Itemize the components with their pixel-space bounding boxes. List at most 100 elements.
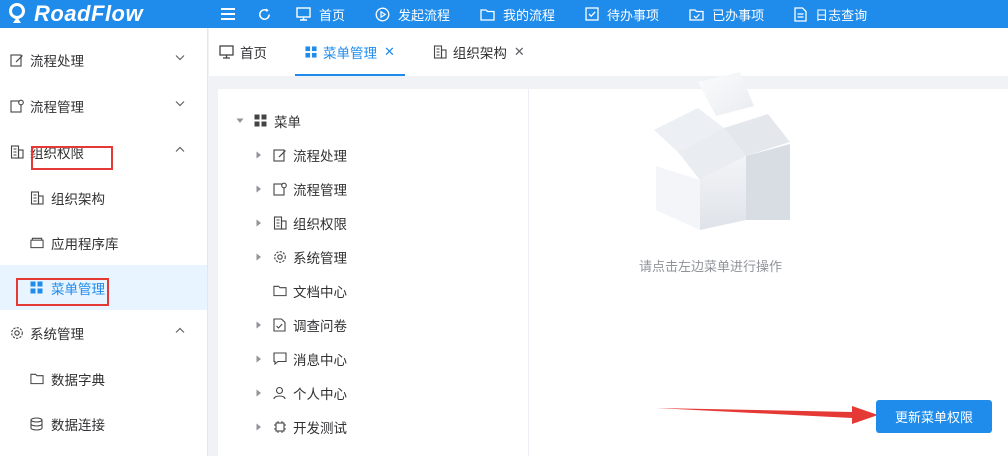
settings-doc-icon: [10, 99, 24, 113]
close-icon[interactable]: ✕: [514, 44, 525, 60]
building-icon: [10, 145, 24, 159]
settings-doc-icon: [273, 182, 287, 196]
caret-right-icon[interactable]: [255, 151, 263, 159]
tree-node-label: 个人中心: [293, 387, 347, 402]
topnav-label: 首页: [319, 7, 346, 23]
edit-icon: [10, 53, 24, 67]
logo: RoadFlow: [0, 0, 208, 28]
topnav-log[interactable]: 日志查询: [794, 5, 867, 24]
tab-org-structure[interactable]: 组织架构 ✕: [423, 28, 535, 76]
sidebar-group-flow-manage[interactable]: 流程管理: [0, 83, 207, 129]
logo-mark-icon: [9, 3, 25, 23]
tree-node[interactable]: 开发测试: [255, 417, 347, 437]
window-stack-icon: [30, 236, 44, 250]
tree-node[interactable]: 流程管理: [255, 179, 347, 199]
monitor-icon: [296, 7, 311, 21]
caret-right-icon[interactable]: [255, 321, 263, 329]
tree-node[interactable]: 调查问卷: [255, 315, 347, 335]
folder-icon: [30, 372, 44, 386]
topnav-start-flow[interactable]: 发起流程: [375, 5, 450, 24]
building-icon: [30, 190, 44, 205]
play-circle-icon: [375, 7, 390, 21]
tree-node[interactable]: 流程处理: [255, 145, 347, 165]
caret-right-icon[interactable]: [255, 389, 263, 397]
sidebar-item-data-connection[interactable]: 数据连接: [0, 401, 207, 446]
tab-menu-manage[interactable]: 菜单管理 ✕: [295, 28, 405, 76]
grid-icon: [305, 46, 317, 58]
caret-placeholder: [255, 287, 263, 295]
tab-label: 首页: [240, 46, 267, 61]
tab-bar: 首页 菜单管理 ✕ 组织架构 ✕: [209, 28, 1008, 76]
topnav-label: 日志查询: [815, 7, 868, 23]
tab-home[interactable]: 首页: [209, 28, 277, 76]
caret-right-icon[interactable]: [255, 219, 263, 227]
tree-node-root[interactable]: 菜单: [236, 111, 301, 131]
close-icon[interactable]: ✕: [384, 44, 395, 60]
tree-node[interactable]: 组织权限: [255, 213, 347, 233]
sidebar-group-label: 流程处理: [30, 54, 84, 69]
topnav-label: 我的流程: [503, 7, 556, 23]
folder-check-icon: [689, 8, 704, 21]
update-menu-permission-button[interactable]: 更新菜单权限: [876, 400, 992, 433]
sidebar-item-org-structure[interactable]: 组织架构: [0, 175, 207, 220]
topnav-home[interactable]: 首页: [296, 5, 345, 24]
sidebar-item-app-library[interactable]: 应用程序库: [0, 220, 207, 265]
top-nav: 首页 发起流程 我的流程 待办事项 已办事项 日志查询: [296, 5, 897, 24]
refresh-icon[interactable]: [254, 4, 274, 24]
sidebar-group-label: 流程管理: [30, 100, 84, 115]
check-square-icon: [585, 7, 599, 21]
user-icon: [273, 386, 287, 400]
building-icon: [433, 45, 447, 59]
menu-tree: 菜单 流程处理 流程管理 组织权限 系统管理 文档中心 调查问卷 消息中心 个人…: [218, 89, 529, 456]
sidebar: 流程处理 流程管理 组织权限 组织架构 应用程序库 菜单管理 系统管理 数据字典…: [0, 28, 208, 456]
caret-right-icon[interactable]: [255, 423, 263, 431]
document-icon: [794, 6, 807, 22]
topnav-my-flow[interactable]: 我的流程: [480, 5, 555, 24]
caret-right-icon[interactable]: [255, 253, 263, 261]
caret-right-icon[interactable]: [255, 185, 263, 193]
tree-node[interactable]: 个人中心: [255, 383, 347, 403]
sidebar-group-flow-process[interactable]: 流程处理: [0, 37, 207, 83]
tree-node-label: 消息中心: [293, 353, 347, 368]
building-icon: [273, 216, 287, 230]
menu-toggle-icon[interactable]: [218, 4, 238, 24]
gear-icon: [273, 250, 287, 264]
logo-text: RoadFlow: [34, 1, 144, 26]
topnav-done[interactable]: 已办事项: [689, 5, 764, 24]
sidebar-group-system-manage[interactable]: 系统管理: [0, 310, 207, 356]
grid-icon: [254, 114, 268, 128]
tree-node[interactable]: 文档中心: [255, 281, 347, 301]
folder-icon: [480, 8, 495, 21]
edit-icon: [273, 148, 287, 162]
topnav-todo[interactable]: 待办事项: [585, 5, 659, 24]
tab-label: 组织架构: [452, 46, 507, 61]
tree-node[interactable]: 系统管理: [255, 247, 347, 267]
highlight-box-org-permission: [31, 146, 113, 170]
tree-node-label: 流程处理: [293, 149, 347, 164]
gear-icon: [10, 326, 24, 340]
tree-node-label: 流程管理: [293, 183, 347, 198]
topnav-label: 发起流程: [398, 7, 451, 23]
topnav-label: 待办事项: [607, 7, 660, 23]
tree-node-label: 系统管理: [293, 251, 347, 266]
caret-down-icon[interactable]: [236, 117, 244, 125]
sidebar-item-label: 应用程序库: [51, 236, 119, 252]
chevron-down-icon: [175, 55, 185, 61]
chevron-up-icon: [175, 146, 185, 152]
topnav-label: 已办事项: [712, 7, 765, 23]
message-icon: [273, 352, 287, 366]
highlight-box-menu-manage: [16, 278, 109, 306]
sidebar-item-data-dictionary[interactable]: 数据字典: [0, 356, 207, 401]
tree-node-label: 菜单: [274, 115, 301, 130]
top-bar: RoadFlow 首页 发起流程 我的流程 待办事项 已办事项 日志查询: [0, 0, 1008, 28]
annotation-arrow-icon: [656, 406, 878, 424]
caret-right-icon[interactable]: [255, 355, 263, 363]
tree-node[interactable]: 消息中心: [255, 349, 347, 369]
chevron-down-icon: [175, 101, 185, 107]
tree-node-label: 组织权限: [293, 217, 347, 232]
tab-label: 菜单管理: [323, 46, 377, 61]
monitor-icon: [219, 45, 234, 59]
database-icon: [30, 416, 44, 431]
sidebar-item-label: 数据连接: [51, 417, 105, 433]
chip-icon: [273, 420, 287, 434]
